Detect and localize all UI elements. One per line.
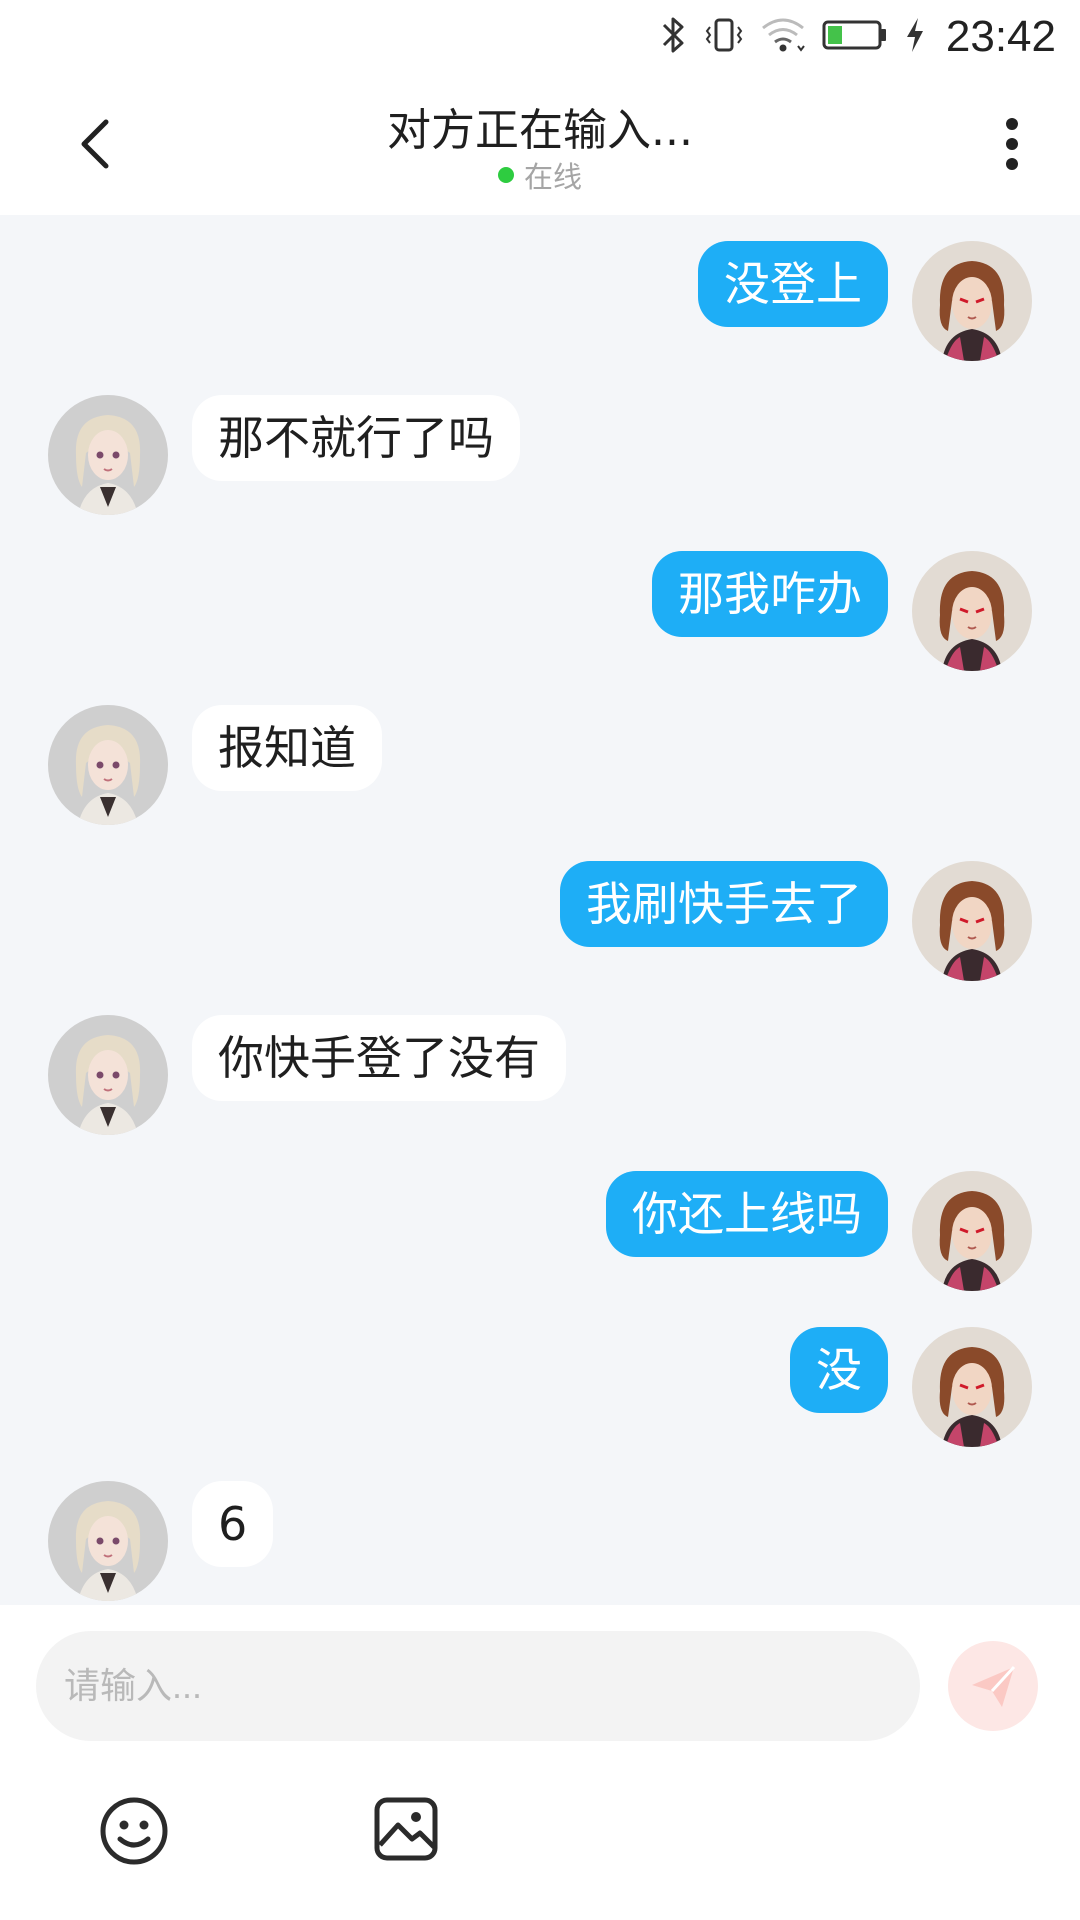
message-bubble-outgoing[interactable]: 我刷快手去了 — [560, 861, 888, 947]
message-bubble-incoming[interactable]: 那不就行了吗 — [192, 395, 520, 481]
wifi-icon — [760, 16, 806, 58]
send-button[interactable] — [948, 1641, 1038, 1731]
message-bubble-outgoing[interactable]: 那我咋办 — [652, 551, 888, 637]
self-avatar[interactable] — [912, 241, 1032, 361]
message-bubble-outgoing[interactable]: 没 — [790, 1327, 888, 1413]
online-status: 在线 — [0, 154, 1080, 196]
status-bar: 23:42 — [0, 0, 1080, 72]
message-input[interactable] — [36, 1631, 920, 1741]
message-composer — [0, 1605, 1080, 1920]
online-dot — [497, 167, 514, 183]
self-avatar[interactable] — [912, 861, 1032, 981]
self-avatar[interactable] — [912, 551, 1032, 671]
bluetooth-icon — [658, 15, 688, 59]
contact-avatar[interactable] — [48, 1481, 168, 1601]
image-icon — [374, 1797, 438, 1861]
image-button[interactable] — [372, 1795, 440, 1863]
vibrate-icon — [704, 15, 744, 59]
emoji-button[interactable] — [98, 1795, 170, 1867]
message-bubble-incoming[interactable]: 报知道 — [192, 705, 382, 791]
chat-message-list[interactable]: 没登上 那不就行了吗 那我咋办 报知道 我刷快手去了 你快手登了没有 你还上线吗… — [0, 215, 1080, 1605]
battery-icon — [822, 18, 888, 56]
message-bubble-incoming[interactable]: 你快手登了没有 — [192, 1015, 566, 1101]
chat-title: 对方正在输入... — [387, 105, 693, 156]
send-icon — [972, 1665, 1016, 1707]
status-time: 23:42 — [945, 12, 1056, 61]
charging-icon — [904, 16, 926, 58]
online-status-label: 在线 — [523, 160, 582, 194]
message-bubble-outgoing[interactable]: 没登上 — [698, 241, 888, 327]
contact-avatar[interactable] — [48, 705, 168, 825]
emoji-icon — [100, 1797, 168, 1865]
more-vertical-icon — [1006, 118, 1018, 170]
self-avatar[interactable] — [912, 1171, 1032, 1291]
message-bubble-outgoing[interactable]: 你还上线吗 — [606, 1171, 888, 1257]
message-bubble-incoming[interactable]: 6 — [192, 1481, 274, 1567]
self-avatar[interactable] — [912, 1327, 1032, 1447]
contact-avatar[interactable] — [48, 395, 168, 515]
more-menu-button[interactable] — [982, 112, 1042, 176]
contact-avatar[interactable] — [48, 1015, 168, 1135]
chat-header: 对方正在输入... 在线 — [0, 72, 1080, 215]
status-icons: 23:42 — [658, 12, 1056, 62]
